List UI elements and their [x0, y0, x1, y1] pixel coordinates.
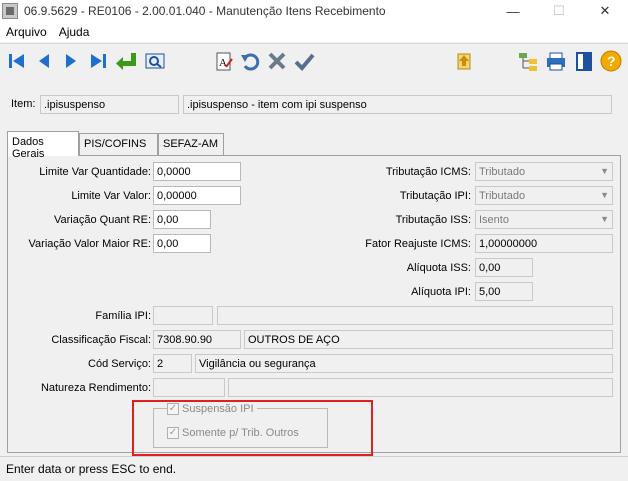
confirm-button[interactable]: [292, 49, 316, 73]
last-icon: [91, 54, 106, 68]
maximize-button[interactable]: ☐: [536, 0, 582, 22]
item-code-field[interactable]: .ipisuspenso: [40, 95, 179, 114]
fator-reajuste-icms-label: Fator Reajuste ICMS:: [365, 238, 471, 250]
toolbar: A ?: [0, 43, 628, 77]
aliquota-iss-field[interactable]: 0,00: [475, 258, 533, 277]
classificacao-fiscal-code-field[interactable]: 7308.90.90: [153, 330, 241, 349]
tree-icon: [519, 53, 537, 71]
print-icon: [547, 52, 565, 71]
fator-reajuste-icms-field[interactable]: 1,00000000: [475, 234, 613, 253]
tab-pis-cofins[interactable]: PIS/COFINS: [79, 133, 158, 155]
aliquota-iss-label: Alíquota ISS:: [406, 262, 471, 274]
tributacao-iss-label: Tributação ISS:: [395, 214, 471, 226]
item-label: Item:: [11, 98, 36, 110]
tributacao-icms-select[interactable]: Tributado ▼: [475, 162, 613, 181]
familia-ipi-label: Família IPI:: [95, 310, 151, 322]
delete-button[interactable]: [265, 49, 289, 73]
natureza-rendimento-code-field[interactable]: [153, 378, 225, 397]
variacao-quant-re-field[interactable]: 0,00: [153, 210, 211, 229]
next-record-button[interactable]: [59, 49, 83, 73]
search-button[interactable]: [143, 49, 167, 73]
natureza-rendimento-label: Natureza Rendimento:: [40, 382, 151, 394]
chevron-down-icon: ▼: [600, 214, 609, 224]
previous-icon: [39, 54, 49, 68]
variacao-valor-maior-re-field[interactable]: 0,00: [153, 234, 211, 253]
status-text: Enter data or press ESC to end.: [6, 462, 177, 476]
limite-var-quantidade-label: Limite Var Quantidade:: [39, 166, 151, 178]
print-button[interactable]: [544, 49, 568, 73]
app-icon: [2, 3, 18, 19]
variacao-valor-maior-re-label: Variação Valor Maior RE:: [28, 238, 151, 250]
last-record-button[interactable]: [86, 49, 110, 73]
aliquota-ipi-field[interactable]: 5,00: [475, 282, 533, 301]
variacao-quant-re-label: Variação Quant RE:: [53, 214, 151, 226]
first-icon: [9, 54, 24, 68]
confirm-icon: [294, 53, 315, 71]
svg-text:?: ?: [607, 53, 616, 69]
tributacao-icms-label: Tributação ICMS:: [385, 166, 471, 178]
menu-bar: Arquivo Ajuda: [0, 22, 628, 42]
tributacao-ipi-select[interactable]: Tributado ▼: [475, 186, 613, 205]
exit-button[interactable]: [572, 49, 596, 73]
exit-icon: [576, 52, 592, 71]
help-icon: ?: [600, 50, 622, 72]
title-bar: 06.9.5629 - RE0106 - 2.00.01.040 - Manut…: [0, 0, 628, 22]
tributacao-ipi-label: Tributação IPI:: [399, 190, 471, 202]
up-arrow-icon: [457, 53, 471, 70]
tab-dados-gerais[interactable]: Dados Gerais: [7, 131, 79, 160]
cod-servico-code-field[interactable]: 2: [153, 354, 192, 373]
search-icon: [145, 53, 165, 69]
edit-text-button[interactable]: A: [212, 49, 236, 73]
edit-text-icon: A: [216, 52, 233, 71]
close-button[interactable]: ✕: [582, 0, 628, 22]
tributacao-ipi-value: Tributado: [479, 190, 526, 202]
familia-ipi-code-field[interactable]: [153, 306, 213, 325]
familia-ipi-description-field[interactable]: [217, 306, 613, 325]
goto-button[interactable]: [115, 49, 139, 73]
delete-icon: [268, 52, 286, 70]
window-title: 06.9.5629 - RE0106 - 2.00.01.040 - Manut…: [24, 4, 386, 18]
classificacao-fiscal-description-field[interactable]: OUTROS DE AÇO: [244, 330, 613, 349]
undo-button[interactable]: [238, 49, 262, 73]
limite-var-quantidade-field[interactable]: 0,0000: [153, 162, 241, 181]
natureza-rendimento-description-field[interactable]: [228, 378, 613, 397]
tributacao-icms-value: Tributado: [479, 166, 526, 178]
chevron-down-icon: ▼: [600, 166, 609, 176]
limite-var-valor-field[interactable]: 0,00000: [153, 186, 241, 205]
tributacao-iss-value: Isento: [479, 214, 509, 226]
chevron-down-icon: ▼: [600, 190, 609, 200]
menu-arquivo[interactable]: Arquivo: [0, 25, 53, 39]
status-bar: Enter data or press ESC to end.: [0, 456, 628, 481]
tributacao-iss-select[interactable]: Isento ▼: [475, 210, 613, 229]
cod-servico-label: Cód Serviço:: [88, 358, 151, 370]
classificacao-fiscal-label: Classificação Fiscal:: [51, 334, 151, 346]
svg-text:A: A: [219, 57, 227, 69]
help-button[interactable]: ?: [599, 49, 623, 73]
tree-button[interactable]: [516, 49, 540, 73]
minimize-button[interactable]: —: [490, 0, 536, 22]
up-level-button[interactable]: [452, 49, 476, 73]
highlight-box: [132, 400, 373, 456]
tab-sefaz-am[interactable]: SEFAZ-AM: [158, 133, 224, 155]
cod-servico-description-field[interactable]: Vigilância ou segurança: [195, 354, 613, 373]
aliquota-ipi-label: Alíquota IPI:: [411, 286, 471, 298]
previous-record-button[interactable]: [32, 49, 56, 73]
next-icon: [66, 54, 76, 68]
undo-icon: [241, 53, 260, 71]
menu-ajuda[interactable]: Ajuda: [53, 25, 96, 39]
first-record-button[interactable]: [5, 49, 29, 73]
goto-icon: [116, 53, 136, 70]
limite-var-valor-label: Limite Var Valor:: [71, 190, 151, 202]
item-description-field[interactable]: .ipisuspenso - item com ipi suspenso: [183, 95, 612, 114]
